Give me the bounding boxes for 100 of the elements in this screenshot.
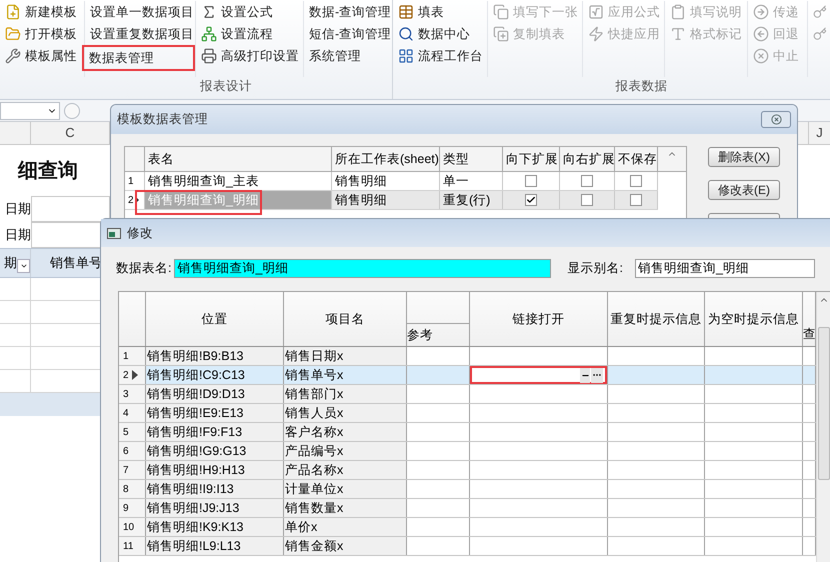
column-header: 位置: [200, 310, 228, 328]
row-number: 6: [119, 442, 146, 460]
clear-button[interactable]: [580, 368, 590, 382]
ribbon-button[interactable]: 新建模板: [4, 1, 84, 23]
wrench-icon: [5, 48, 21, 64]
row-pointer-icon: [134, 196, 139, 204]
row-number: 7: [119, 461, 146, 479]
ribbon-button[interactable]: 数据-查询管理: [308, 1, 390, 23]
table-cell: 销售明细!L9:L13: [146, 537, 284, 555]
table-row[interactable]: 9 销售明细!J9:J13 销售数量x: [119, 499, 816, 518]
sheet-cell[interactable]: [0, 301, 31, 324]
table-row[interactable]: 11 销售明细!L9:L13 销售金额x: [119, 537, 816, 556]
ribbon-button[interactable]: 设置单一数据项目: [89, 1, 195, 23]
browse-button[interactable]: [591, 368, 603, 382]
key-icon: [813, 4, 827, 20]
ribbon-button[interactable]: 模板属性: [4, 45, 84, 67]
ribbon-button[interactable]: 数据中心: [397, 23, 487, 45]
window-icon: [107, 228, 121, 239]
table-row[interactable]: 2 销售明细!C9:C13 销售单号x: [119, 366, 816, 385]
checkbox[interactable]: [581, 175, 593, 187]
ribbon-button[interactable]: 流程工作台: [397, 45, 487, 67]
close-icon: [753, 48, 769, 64]
table-row[interactable]: 6 销售明细!G9:G13 产品编号x: [119, 442, 816, 461]
checkbox[interactable]: [630, 175, 642, 187]
window-title: 修改: [127, 224, 153, 242]
table-cell: 客户名称x: [284, 423, 407, 441]
table-row[interactable]: 1 销售明细!B9:B13 销售日期x: [119, 347, 816, 366]
ribbon-button[interactable]: 打开模板: [4, 23, 84, 45]
table-row[interactable]: 4 销售明细!E9:E13 销售人员x: [119, 404, 816, 423]
table-cell: 销售明细!G9:G13: [146, 442, 284, 460]
sheet-cell[interactable]: [0, 324, 31, 347]
row-number: 8: [119, 480, 146, 498]
table-row[interactable]: 5 销售明细!F9:F13 客户名称x: [119, 423, 816, 442]
ribbon-button[interactable]: 设置公式: [200, 1, 303, 23]
checkbox[interactable]: [525, 194, 537, 206]
column-header: 不保存: [615, 147, 658, 171]
table-row[interactable]: 7 销售明细!H9:H13 产品名称x: [119, 461, 816, 480]
table-cell: 销售明细!H9:H13: [146, 461, 284, 479]
table-cell: 销售明细!F9:F13: [146, 423, 284, 441]
ribbon-button[interactable]: 填表: [397, 1, 487, 23]
row-number: 11: [119, 537, 146, 555]
sheet-cell[interactable]: [0, 278, 31, 301]
ribbon-button[interactable]: 设置重复数据项目: [89, 23, 195, 45]
row-number: 2: [119, 366, 146, 384]
alias-field[interactable]: 销售明细查询_明细: [634, 259, 815, 278]
row-number: 9: [119, 499, 146, 517]
name-box[interactable]: [0, 102, 60, 120]
table-cell: 产品名称x: [284, 461, 407, 479]
table-name-field[interactable]: 销售明细查询_明细: [174, 259, 552, 278]
table-cell: 销售明细!K9:K13: [146, 518, 284, 536]
column-header: 类型: [440, 147, 503, 171]
column-header: 向下扩展: [503, 147, 560, 171]
table-cell: 销售明细查询_明细: [145, 191, 332, 209]
scrollbar[interactable]: [816, 292, 830, 562]
table-cell: 重复(行): [440, 191, 503, 209]
table-icon: [398, 4, 414, 20]
field-label: 显示别名:: [567, 260, 623, 278]
row-number: 10: [119, 518, 146, 536]
group-label: 报表数据: [614, 78, 668, 96]
table-cell: 单价x: [284, 518, 407, 536]
checkbox[interactable]: [525, 175, 537, 187]
checkbox[interactable]: [630, 194, 642, 206]
ribbon-button[interactable]: 数据表管理: [82, 45, 195, 71]
checkbox[interactable]: [581, 194, 593, 206]
table-cell: 销售明细!E9:E13: [146, 404, 284, 422]
close-button[interactable]: [761, 111, 791, 128]
arrow-left-icon: [753, 26, 769, 42]
group-label: 报表设计: [199, 78, 252, 96]
dropdown-icon: [20, 262, 28, 270]
table-row[interactable]: 2 销售明细查询_明细 销售明细 重复(行): [125, 191, 658, 210]
table-cell: 产品编号x: [284, 442, 407, 460]
function-button[interactable]: [64, 102, 80, 118]
dialog-button[interactable]: 删除表(X): [708, 147, 780, 167]
table-cell: 销售明细查询_主表: [145, 172, 332, 190]
table-cell: 计量单位x: [284, 480, 407, 498]
ribbon-button[interactable]: 系统管理: [308, 45, 390, 67]
arrow-right-icon: [753, 4, 769, 20]
sheet-cell[interactable]: [0, 347, 31, 370]
window-title: 模板数据表管理: [117, 111, 208, 128]
sheet-cell-text: 日期: [4, 226, 31, 244]
dialog-button[interactable]: 修改表(E): [708, 180, 780, 200]
table-row[interactable]: 8 销售明细!I9:I13 计量单位x: [119, 480, 816, 499]
filter-button[interactable]: [17, 259, 30, 273]
table-row[interactable]: 1 销售明细查询_主表 销售明细 单一: [125, 172, 658, 191]
ribbon-button[interactable]: 设置流程: [200, 23, 303, 45]
table-cell: 销售单号x: [284, 366, 407, 384]
ribbon-button[interactable]: 短信-查询管理: [308, 23, 390, 45]
copy-icon: [493, 4, 509, 20]
column-header: 参考: [407, 326, 434, 344]
grid-icon: [398, 48, 414, 64]
column-header: 项目名: [324, 310, 366, 328]
table-cell: 销售日期x: [284, 347, 407, 365]
table-cell: 销售部门x: [284, 385, 407, 403]
input-cell[interactable]: [31, 196, 110, 222]
table-row[interactable]: 10 销售明细!K9:K13 单价x: [119, 518, 816, 537]
sheet-cell-text: 日期: [4, 200, 31, 218]
check-icon: [526, 195, 536, 205]
table-cell: 销售明细!I9:I13: [146, 480, 284, 498]
table-row[interactable]: 3 销售明细!D9:D13 销售部门x: [119, 385, 816, 404]
ribbon-button[interactable]: 高级打印设置: [200, 45, 303, 67]
